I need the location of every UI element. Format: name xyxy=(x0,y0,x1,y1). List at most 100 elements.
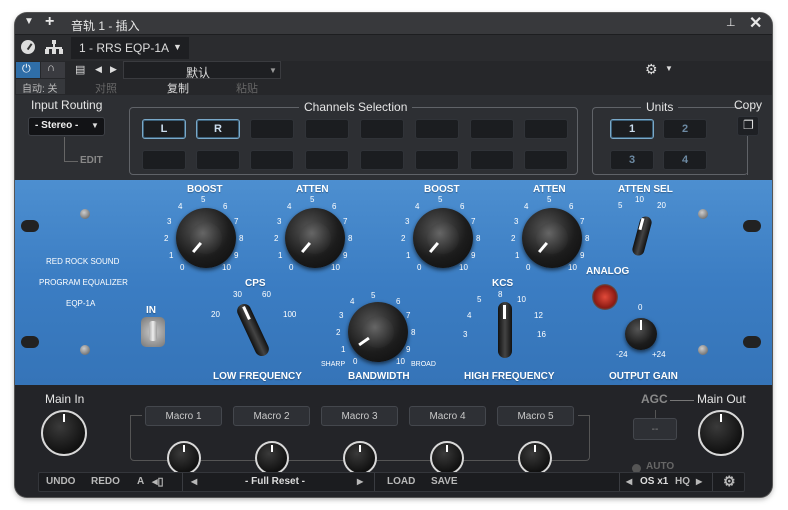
next-preset-icon[interactable]: ▶ xyxy=(110,64,117,75)
main-out-knob[interactable] xyxy=(698,410,744,456)
compare-button[interactable]: 对照 xyxy=(95,80,117,96)
macro-3-knob[interactable] xyxy=(343,441,377,475)
low-frequency-label: LOW FREQUENCY xyxy=(213,371,302,382)
channel-button[interactable] xyxy=(142,150,186,170)
prev-preset-icon[interactable]: ◀ xyxy=(191,477,197,486)
auto-toggle[interactable]: 自动: 关 xyxy=(16,79,65,95)
ab-copy-icon[interactable]: ◂▯ xyxy=(152,475,164,488)
copy-button[interactable]: 复制 xyxy=(167,80,189,96)
macro-4-knob[interactable] xyxy=(430,441,464,475)
scale-label: 9 xyxy=(406,345,411,354)
channel-button[interactable] xyxy=(415,119,459,139)
channel-button[interactable] xyxy=(250,119,294,139)
scale-label: 7 xyxy=(343,217,348,226)
cps-knob[interactable] xyxy=(232,301,272,360)
settings-button[interactable]: ⚙ ▼ xyxy=(645,61,682,77)
channel-button[interactable] xyxy=(360,119,404,139)
output-gain-knob[interactable] xyxy=(625,318,657,350)
channel-button-l[interactable]: L xyxy=(142,119,186,139)
scale-label: 2 xyxy=(336,328,341,337)
power-icon: ⏻ xyxy=(22,63,31,75)
routing-icon[interactable] xyxy=(45,40,63,54)
hq-toggle[interactable]: HQ xyxy=(675,476,690,487)
scale-label: 5 xyxy=(438,195,443,204)
macro-1-knob[interactable] xyxy=(167,441,201,475)
plugin-selector[interactable]: 1 - RRS EQP-1A ▼ xyxy=(71,37,189,59)
bandwidth-knob[interactable] xyxy=(348,302,408,362)
next-preset-icon[interactable]: ▶ xyxy=(357,477,363,486)
macro-4-button[interactable]: Macro 4 xyxy=(409,406,486,426)
boost2-knob[interactable] xyxy=(413,208,473,268)
atten-sel-knob[interactable] xyxy=(630,215,654,260)
os-up-icon[interactable]: ▶ xyxy=(696,477,702,486)
analog-button[interactable] xyxy=(592,284,618,310)
power-icon[interactable] xyxy=(21,40,35,54)
channel-button[interactable] xyxy=(250,150,294,170)
auto-label: AUTO xyxy=(646,461,675,472)
scale-label: 3 xyxy=(167,217,172,226)
scale-label: 1 xyxy=(406,251,411,260)
scale-label: 0 xyxy=(526,263,531,272)
gear-icon[interactable]: ⚙ xyxy=(723,473,736,490)
scale-label: 4 xyxy=(350,297,355,306)
load-button[interactable]: LOAD xyxy=(387,476,415,487)
preset-list-icon[interactable]: ▤ xyxy=(75,63,85,76)
ab-toggle[interactable]: A xyxy=(137,476,144,487)
window-title: 音轨 1 - 插入 xyxy=(71,19,140,33)
channel-button[interactable] xyxy=(470,119,514,139)
channel-button[interactable] xyxy=(470,150,514,170)
channel-button-r[interactable]: R xyxy=(196,119,240,139)
scale-label: 7 xyxy=(471,217,476,226)
macro-5-knob[interactable] xyxy=(518,441,552,475)
channel-button[interactable] xyxy=(196,150,240,170)
rack-hole xyxy=(743,336,761,348)
copy-units-button[interactable]: ❐ xyxy=(737,116,759,136)
scale-label: 4 xyxy=(287,202,292,211)
agc-value-field[interactable]: -- xyxy=(633,418,677,440)
redo-button[interactable]: REDO xyxy=(91,476,120,487)
boost1-knob[interactable] xyxy=(176,208,236,268)
window-menu-icon[interactable]: ▼ xyxy=(24,16,34,27)
edit-button[interactable]: EDIT xyxy=(80,155,103,166)
atten2-knob[interactable] xyxy=(522,208,582,268)
macro-3-button[interactable]: Macro 3 xyxy=(321,406,398,426)
rack-hole xyxy=(743,220,761,232)
main-in-knob[interactable] xyxy=(41,410,87,456)
kcs-knob[interactable] xyxy=(490,302,520,358)
channel-button[interactable] xyxy=(524,150,568,170)
broad-label: BROAD xyxy=(411,361,436,368)
paste-button[interactable]: 粘贴 xyxy=(236,80,258,96)
macro-1-button[interactable]: Macro 1 xyxy=(145,406,222,426)
main-in-label: Main In xyxy=(45,392,85,406)
close-icon[interactable]: ✕ xyxy=(749,13,762,33)
oversampling-value[interactable]: OS x1 xyxy=(640,476,668,487)
macro-2-knob[interactable] xyxy=(255,441,289,475)
channel-button[interactable] xyxy=(524,119,568,139)
prev-preset-icon[interactable]: ◀ xyxy=(95,64,102,75)
pin-icon[interactable]: ⊥ xyxy=(726,16,736,29)
scale-label: 6 xyxy=(460,202,465,211)
save-button[interactable]: SAVE xyxy=(431,476,458,487)
unit-button-1[interactable]: 1 xyxy=(610,119,654,139)
preset-dropdown[interactable]: 默认 ▼ xyxy=(123,61,281,80)
input-routing-dropdown[interactable]: - Stereo - ▼ xyxy=(28,117,105,136)
channel-button[interactable] xyxy=(415,150,459,170)
channel-button[interactable] xyxy=(360,150,404,170)
channel-button[interactable] xyxy=(305,119,349,139)
unit-button-3[interactable]: 3 xyxy=(610,150,654,170)
sidechain-button[interactable]: ∩ xyxy=(41,62,65,78)
bypass-button[interactable]: ⏻ xyxy=(16,62,40,78)
atten1-knob[interactable] xyxy=(285,208,345,268)
undo-button[interactable]: UNDO xyxy=(46,476,75,487)
unit-button-2[interactable]: 2 xyxy=(663,119,707,139)
preset-name[interactable]: - Full Reset - xyxy=(245,476,305,487)
macro-2-button[interactable]: Macro 2 xyxy=(233,406,310,426)
in-toggle[interactable] xyxy=(141,317,165,347)
scale-label: 3 xyxy=(339,311,344,320)
add-icon[interactable]: + xyxy=(45,13,54,31)
output-zero-label: 0 xyxy=(638,303,643,312)
macro-5-button[interactable]: Macro 5 xyxy=(497,406,574,426)
unit-button-4[interactable]: 4 xyxy=(663,150,707,170)
os-down-icon[interactable]: ◀ xyxy=(626,477,632,486)
channel-button[interactable] xyxy=(305,150,349,170)
